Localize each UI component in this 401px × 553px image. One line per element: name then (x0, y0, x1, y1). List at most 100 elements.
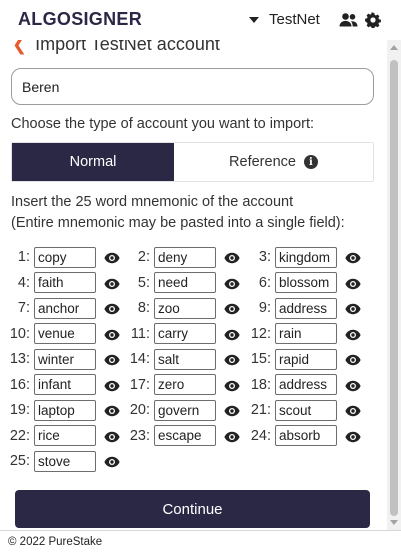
mnemonic-word-input[interactable] (275, 272, 337, 293)
reference-type-label: Reference (229, 154, 296, 170)
scrollbar-thumb[interactable] (390, 60, 398, 516)
mnemonic-word-input[interactable] (34, 450, 96, 472)
mnemonic-word-input[interactable] (154, 297, 216, 319)
mnemonic-word-number: 8: (137, 300, 150, 316)
eye-icon[interactable] (224, 353, 240, 366)
eye-icon[interactable] (104, 302, 120, 315)
eye-icon[interactable] (345, 251, 361, 264)
mnemonic-word-number: 3: (258, 249, 271, 265)
mnemonic-word-input[interactable] (275, 374, 337, 395)
eye-icon[interactable] (345, 404, 361, 417)
mnemonic-word-10: 10: (0, 323, 120, 345)
mnemonic-word-input[interactable] (154, 246, 216, 268)
scroll-up-arrow-icon[interactable] (390, 45, 398, 50)
reference-type-button[interactable]: Reference i (174, 143, 373, 181)
eye-icon[interactable] (224, 404, 240, 417)
eye-icon[interactable] (104, 328, 120, 340)
mnemonic-word-input[interactable] (34, 374, 96, 395)
mnemonic-word-number: 2: (137, 249, 150, 265)
eye-icon[interactable] (224, 430, 240, 442)
mnemonic-word-input[interactable] (34, 246, 96, 268)
mnemonic-word-input[interactable] (275, 348, 337, 370)
mnemonic-word-20: 20: (120, 399, 240, 421)
mnemonic-word-input[interactable] (34, 348, 96, 370)
mnemonic-word-11: 11: (120, 323, 240, 345)
mnemonic-word-25: 25: (0, 450, 120, 472)
mnemonic-word-number: 4: (17, 274, 30, 291)
mnemonic-word-number: 25: (9, 453, 30, 469)
copyright-text: © 2022 PureStake (8, 536, 103, 548)
eye-icon[interactable] (104, 353, 120, 366)
eye-icon[interactable] (345, 430, 361, 442)
mnemonic-word-22: 22: (0, 425, 120, 447)
mnemonic-word-input[interactable] (34, 399, 96, 421)
users-icon[interactable] (339, 12, 358, 33)
eye-icon[interactable] (224, 379, 240, 391)
eye-icon[interactable] (345, 328, 361, 340)
account-type-toggle: Normal Reference i (11, 142, 374, 182)
footer: © 2022 PureStake (0, 530, 401, 553)
mnemonic-word-number: 5: (137, 274, 150, 291)
eye-icon[interactable] (104, 430, 120, 442)
mnemonic-word-input[interactable] (275, 297, 337, 319)
eye-icon[interactable] (345, 379, 361, 391)
network-label: TestNet (269, 11, 320, 28)
mnemonic-word-input[interactable] (34, 323, 96, 344)
mnemonic-word-input[interactable] (154, 374, 216, 395)
mnemonic-word-15: 15: (241, 348, 361, 370)
mnemonic-word-number: 23: (129, 427, 150, 444)
mnemonic-word-input[interactable] (34, 272, 96, 293)
eye-icon[interactable] (104, 404, 120, 417)
eye-icon[interactable] (104, 251, 120, 264)
account-name-input[interactable] (11, 68, 374, 105)
mnemonic-word-input[interactable] (275, 323, 337, 344)
mnemonic-word-input[interactable] (154, 399, 216, 421)
eye-icon[interactable] (345, 302, 361, 315)
chevron-left-icon[interactable]: ❮ (12, 40, 27, 55)
mnemonic-word-1: 1: (0, 246, 120, 268)
mnemonic-word-input[interactable] (34, 297, 96, 319)
account-type-label: Choose the type of account you want to i… (11, 116, 315, 132)
mnemonic-word-input[interactable] (154, 272, 216, 293)
eye-icon[interactable] (224, 302, 240, 315)
normal-type-button[interactable]: Normal (12, 143, 174, 181)
mnemonic-word-4: 4: (0, 272, 120, 294)
eye-icon[interactable] (224, 328, 240, 340)
mnemonic-word-input[interactable] (34, 425, 96, 446)
eye-icon[interactable] (345, 277, 361, 289)
eye-icon[interactable] (345, 353, 361, 366)
mnemonic-word-7: 7: (0, 297, 120, 319)
mnemonic-word-16: 16: (0, 374, 120, 396)
mnemonic-word-number: 17: (129, 376, 150, 393)
eye-icon[interactable] (104, 277, 120, 289)
scroll-down-arrow-icon[interactable] (390, 520, 398, 525)
mnemonic-word-input[interactable] (154, 348, 216, 370)
gear-icon[interactable] (365, 12, 381, 33)
eye-icon[interactable] (224, 277, 240, 289)
page-title-row: ❮ Import TestNet account (12, 40, 220, 55)
eye-icon[interactable] (104, 455, 120, 468)
network-selector[interactable]: TestNet (249, 11, 320, 28)
continue-button[interactable]: Continue (15, 490, 370, 528)
mnemonic-word-number: 11: (130, 325, 150, 342)
mnemonic-word-number: 15: (250, 351, 271, 367)
eye-icon[interactable] (224, 251, 240, 264)
info-icon[interactable]: i (303, 155, 318, 169)
mnemonic-word-input[interactable] (275, 246, 337, 268)
mnemonic-word-number: 24: (250, 427, 271, 444)
scrollbar[interactable] (387, 40, 401, 530)
mnemonic-word-number: 22: (9, 427, 30, 444)
mnemonic-word-9: 9: (241, 297, 361, 319)
mnemonic-word-8: 8: (120, 297, 240, 319)
mnemonic-word-number: 6: (258, 274, 271, 291)
mnemonic-word-24: 24: (241, 425, 361, 447)
caret-down-icon (249, 16, 259, 23)
mnemonic-word-number: 9: (258, 300, 271, 316)
eye-icon[interactable] (104, 379, 120, 391)
instruction-line-1: Insert the 25 word mnemonic of the accou… (11, 194, 294, 210)
mnemonic-word-input[interactable] (154, 323, 216, 344)
page-content: ❮ Import TestNet account Choose the type… (0, 40, 387, 530)
mnemonic-word-input[interactable] (154, 425, 216, 446)
mnemonic-word-input[interactable] (275, 399, 337, 421)
mnemonic-word-input[interactable] (275, 425, 337, 446)
